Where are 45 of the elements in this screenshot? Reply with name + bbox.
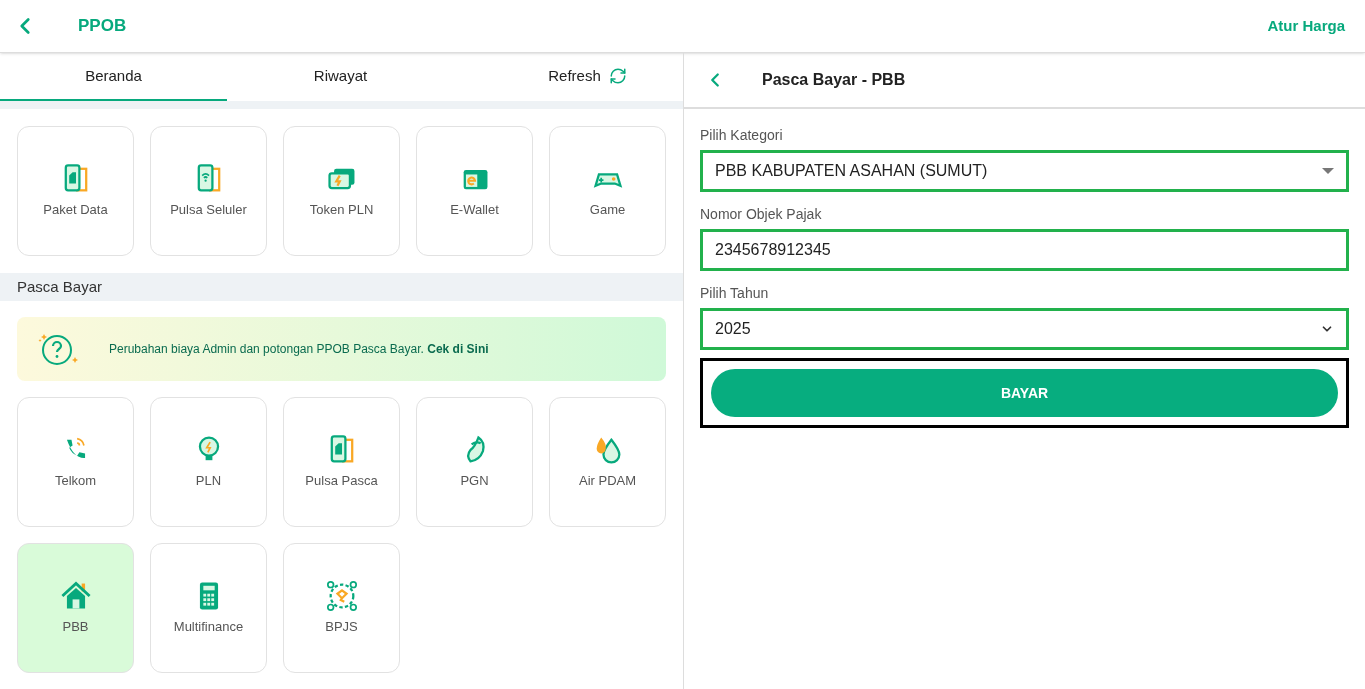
- input-field[interactable]: 2345678912345: [700, 229, 1349, 271]
- field-label: Pilih Kategori: [700, 126, 784, 145]
- field-value: PBB KABUPATEN ASAHAN (SUMUT): [715, 161, 988, 181]
- dropdown-field[interactable]: PBB KABUPATEN ASAHAN (SUMUT): [700, 150, 1349, 192]
- service-label: Game: [589, 201, 626, 220]
- service-tile[interactable]: Pulsa Pasca: [283, 397, 400, 527]
- service-label: Multifinance: [173, 618, 244, 637]
- dropdown-field[interactable]: 2025: [700, 308, 1349, 350]
- service-tile[interactable]: E-Wallet: [416, 125, 533, 256]
- service-tile[interactable]: PBB: [17, 543, 134, 673]
- form-title: Pasca Bayar - PBB: [762, 70, 906, 90]
- service-label: Paket Data: [43, 201, 108, 220]
- info-banner[interactable]: Perubahan biaya Admin dan potongan PPOB Pasca Bayar. Cek di Sini: [17, 317, 666, 381]
- service-label: Pulsa Pasca: [305, 472, 378, 491]
- service-label: Token PLN: [309, 201, 374, 220]
- service-label: PBB: [62, 618, 89, 637]
- tab[interactable]: Riwayat: [227, 53, 454, 101]
- service-tile[interactable]: PLN: [150, 397, 267, 527]
- bpjs-emblem-icon: [324, 579, 359, 614]
- section-title: Pasca Bayar: [17, 276, 103, 297]
- service-label: E-Wallet: [450, 201, 499, 220]
- app-title: PPOB: [78, 15, 127, 38]
- service-tile[interactable]: Telkom: [17, 397, 134, 527]
- service-tile[interactable]: Game: [549, 125, 666, 256]
- banner-text: Perubahan biaya Admin dan potongan PPOB Pasca Bayar. Cek di Sini: [109, 341, 489, 358]
- field-value: 2345678912345: [715, 240, 831, 260]
- service-label: Air PDAM: [578, 472, 637, 491]
- dropdown-caret-icon: [1322, 168, 1334, 174]
- field-value: 2025: [715, 319, 751, 339]
- service-label: BPJS: [325, 618, 358, 637]
- service-tile[interactable]: Paket Data: [17, 125, 134, 256]
- service-tile[interactable]: PGN: [416, 397, 533, 527]
- service-tile[interactable]: Token PLN: [283, 125, 400, 256]
- service-tile[interactable]: BPJS: [283, 543, 400, 673]
- service-label: PGN: [460, 472, 489, 491]
- tab[interactable]: Refresh: [454, 53, 681, 101]
- service-label: Pulsa Seluler: [170, 201, 247, 220]
- refresh-icon: [608, 67, 627, 85]
- service-tile[interactable]: Air PDAM: [549, 397, 666, 527]
- service-label: Telkom: [54, 472, 97, 491]
- field-label: Pilih Tahun: [700, 284, 770, 303]
- service-tile[interactable]: Pulsa Seluler: [150, 125, 267, 256]
- service-label: PLN: [195, 472, 222, 491]
- service-tile[interactable]: Multifinance: [150, 543, 267, 673]
- field-label: Nomor Objek Pajak: [700, 205, 823, 224]
